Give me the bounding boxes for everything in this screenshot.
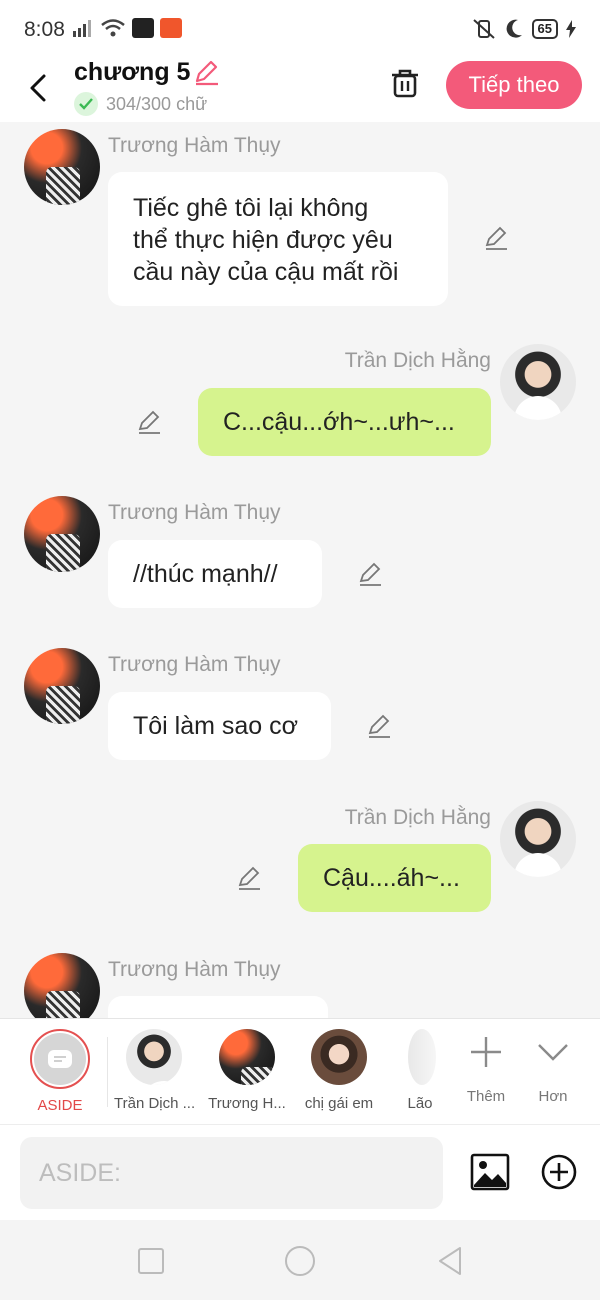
message-bubble[interactable]: Tiếc ghê tôi lại không thể thực hiện đượ… bbox=[108, 172, 448, 306]
nav-square-icon[interactable] bbox=[134, 1244, 168, 1278]
nav-circle-icon[interactable] bbox=[283, 1244, 317, 1278]
character-aside[interactable]: ASIDE bbox=[20, 1029, 100, 1114]
signal-icon bbox=[73, 20, 91, 37]
pencil-icon[interactable] bbox=[366, 713, 392, 739]
avatar[interactable] bbox=[500, 344, 576, 420]
avatar bbox=[219, 1029, 275, 1085]
character-label: chị gái em bbox=[304, 1095, 374, 1112]
more-button[interactable]: Hơn bbox=[523, 1035, 583, 1105]
check-icon bbox=[74, 92, 98, 116]
divider bbox=[107, 1037, 108, 1107]
plus-icon bbox=[471, 1037, 501, 1067]
system-nav-bar bbox=[0, 1220, 600, 1300]
input-bar bbox=[0, 1124, 600, 1220]
pencil-icon[interactable] bbox=[357, 561, 383, 587]
sender-name: Trần Dịch Hằng bbox=[344, 806, 491, 829]
character-item[interactable]: Lão bbox=[390, 1029, 450, 1112]
wifi-icon bbox=[101, 19, 125, 37]
avatar[interactable] bbox=[24, 496, 100, 572]
message-line: C...cậu...ớh~...ưh~... bbox=[223, 408, 455, 436]
pencil-icon[interactable] bbox=[483, 225, 509, 251]
avatar[interactable] bbox=[24, 129, 100, 205]
status-time: 8:08 bbox=[24, 18, 65, 41]
sender-name: Trương Hàm Thụy bbox=[108, 501, 281, 524]
character-item[interactable]: Trần Dịch ... bbox=[114, 1029, 194, 1112]
aside-icon bbox=[48, 1050, 72, 1068]
message-line: cầu này của cậu mất rồi bbox=[133, 258, 399, 286]
back-icon[interactable] bbox=[24, 66, 54, 106]
add-character-button[interactable]: Thêm bbox=[456, 1035, 516, 1105]
nav-back-icon[interactable] bbox=[433, 1244, 467, 1278]
next-button[interactable]: Tiếp theo bbox=[446, 61, 582, 109]
battery-indicator: 65 bbox=[531, 19, 558, 39]
character-label: Lão bbox=[407, 1095, 433, 1112]
avatar bbox=[126, 1029, 182, 1085]
character-label: Trần Dịch ... bbox=[114, 1095, 194, 1112]
status-icons-left bbox=[72, 18, 182, 38]
tool-label: Hơn bbox=[538, 1088, 568, 1105]
trash-icon[interactable] bbox=[388, 66, 422, 100]
status-icons-right: 65 bbox=[472, 18, 576, 40]
avatar[interactable] bbox=[24, 648, 100, 724]
pencil-icon[interactable] bbox=[236, 865, 262, 891]
sender-name: Trần Dịch Hằng bbox=[344, 349, 491, 372]
add-circle-icon[interactable] bbox=[540, 1153, 578, 1191]
moon-icon bbox=[506, 19, 522, 38]
app-notification-icon bbox=[132, 18, 154, 38]
avatar bbox=[311, 1029, 367, 1085]
message-bubble[interactable]: C...cậu...ớh~...ưh~... bbox=[198, 388, 491, 456]
chat-area[interactable]: Trương Hàm Thụy Tiếc ghê tôi lại không t… bbox=[0, 122, 600, 1018]
image-icon[interactable] bbox=[470, 1153, 510, 1191]
message-bubble[interactable]: Tôi làm sao cơ bbox=[108, 692, 331, 760]
message-line: Cậu....áh~... bbox=[323, 864, 460, 892]
avatar[interactable] bbox=[500, 801, 576, 877]
sender-name: Trương Hàm Thụy bbox=[108, 134, 281, 157]
chevron-down-icon bbox=[538, 1044, 568, 1061]
message-line: //thúc mạnh// bbox=[133, 560, 278, 588]
message-bubble[interactable] bbox=[108, 996, 328, 1018]
sender-name: Trương Hàm Thụy bbox=[108, 653, 281, 676]
message-input[interactable] bbox=[20, 1137, 443, 1209]
avatar[interactable] bbox=[24, 953, 100, 1018]
sender-name: Trương Hàm Thụy bbox=[108, 958, 281, 981]
vibrate-off-icon bbox=[472, 19, 495, 39]
word-count-text: 304/300 chữ bbox=[106, 93, 208, 114]
character-bar: ASIDE Trần Dịch ... Trương H... chị gái … bbox=[0, 1018, 600, 1124]
character-item[interactable]: chị gái em bbox=[299, 1029, 379, 1112]
word-count: 304/300 chữ bbox=[74, 92, 207, 116]
tool-label: Thêm bbox=[466, 1088, 506, 1105]
message-line: thể thực hiện được yêu bbox=[133, 226, 393, 254]
edit-title-icon[interactable] bbox=[192, 58, 220, 86]
character-item[interactable]: Trương H... bbox=[207, 1029, 287, 1112]
avatar bbox=[408, 1029, 436, 1085]
pencil-icon[interactable] bbox=[136, 409, 162, 435]
charging-icon bbox=[566, 20, 576, 38]
shop-notification-icon bbox=[160, 18, 182, 38]
app-header: chương 5 304/300 chữ Tiếp theo bbox=[0, 58, 600, 122]
message-line: Tiếc ghê tôi lại không bbox=[133, 194, 369, 222]
message-line: Tôi làm sao cơ bbox=[133, 712, 299, 740]
message-bubble[interactable]: Cậu....áh~... bbox=[298, 844, 491, 912]
chapter-title: chương 5 bbox=[74, 58, 191, 86]
message-bubble[interactable]: //thúc mạnh// bbox=[108, 540, 322, 608]
character-label: Trương H... bbox=[208, 1095, 286, 1112]
status-bar: 8:08 65 bbox=[0, 0, 600, 58]
character-label: ASIDE bbox=[37, 1097, 83, 1114]
